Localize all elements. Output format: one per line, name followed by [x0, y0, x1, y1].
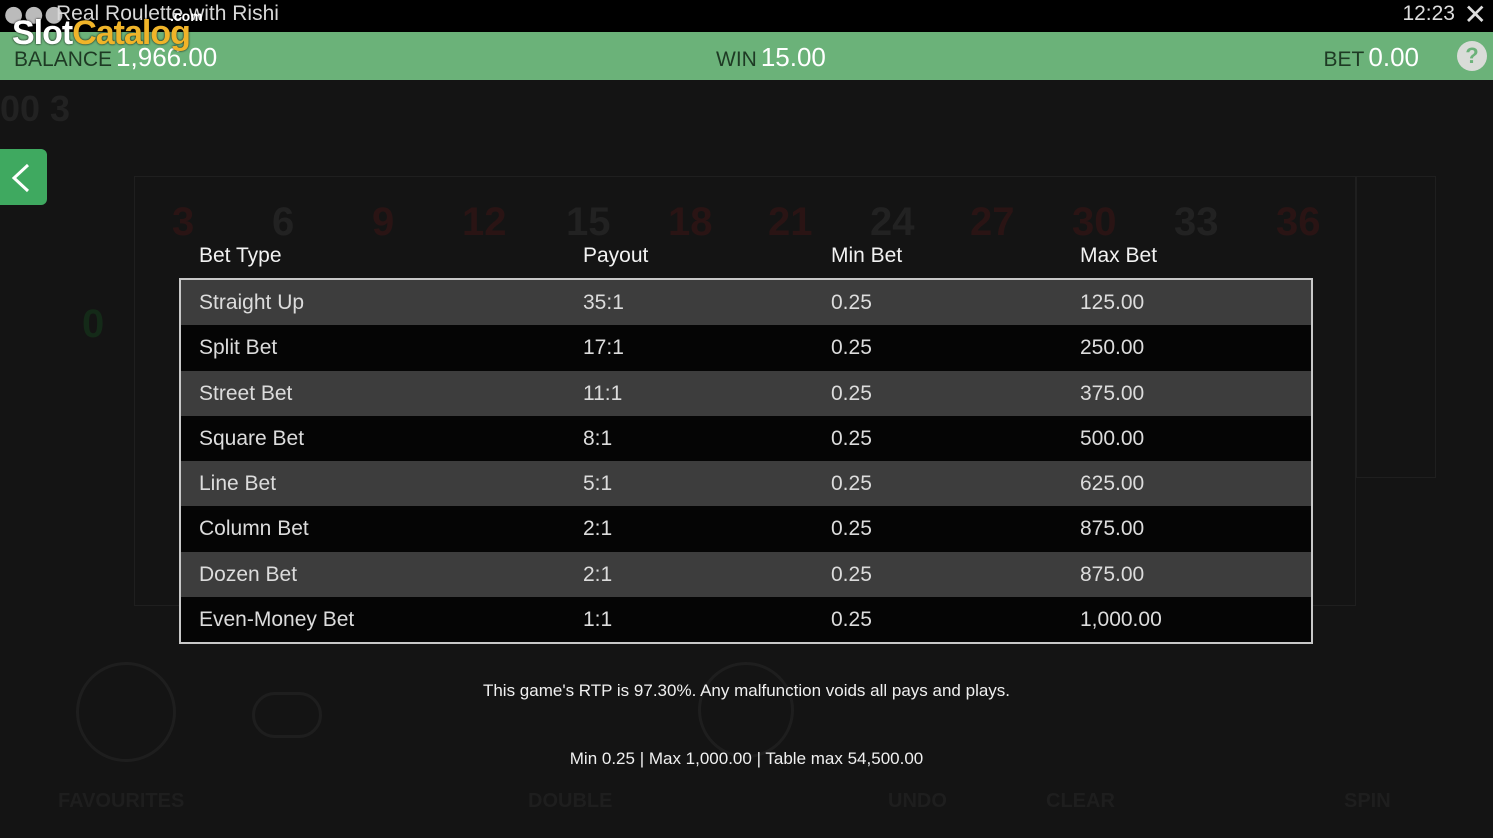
- bet-type-cell: Dozen Bet: [199, 562, 298, 586]
- bet-type-cell: Line Bet: [199, 472, 277, 495]
- max-bet-cell: 625.00: [1080, 472, 1145, 495]
- bet-label: BET: [1323, 48, 1365, 71]
- table-row: Column Bet 2:1 0.25 875.00: [181, 506, 1311, 552]
- payout-cell: 35:1: [583, 291, 624, 314]
- header-bet-type: Bet Type: [199, 244, 282, 267]
- min-bet-cell: 0.25: [831, 517, 872, 541]
- payout-cell: 11:1: [583, 381, 623, 405]
- zero-number: 0: [82, 302, 105, 346]
- min-bet-cell: 0.25: [831, 607, 872, 631]
- paytable-header: Bet Type Payout Min Bet Max Bet: [180, 244, 1312, 276]
- grid-number: 36: [1276, 200, 1321, 244]
- watermark-logo: SlotCatalog: [12, 14, 191, 52]
- grid-number: 24: [870, 200, 915, 244]
- chevron-left-icon: [11, 163, 30, 193]
- chip-icon: [698, 662, 794, 758]
- min-bet-cell: 0.25: [831, 291, 872, 314]
- payout-cell: 2:1: [583, 517, 613, 541]
- win-label: WIN: [716, 48, 757, 71]
- grid-number: 27: [970, 200, 1015, 244]
- min-bet-cell: 0.25: [831, 472, 872, 495]
- paytable: Straight Up 35:1 0.25 125.00 Split Bet 1…: [179, 278, 1313, 644]
- favourites-icon: [76, 662, 176, 762]
- max-bet-cell: 1,000.00: [1080, 607, 1162, 631]
- grid-number: 15: [566, 200, 611, 244]
- corner-result: 00 3: [0, 88, 71, 129]
- table-row: Line Bet 5:1 0.25 625.00: [181, 461, 1311, 507]
- max-bet-cell: 500.00: [1080, 426, 1145, 450]
- table-row: Dozen Bet 2:1 0.25 875.00: [181, 551, 1311, 597]
- payout-cell: 8:1: [583, 426, 613, 450]
- header-min-bet: Min Bet: [831, 244, 903, 267]
- max-bet-cell: 875.00: [1080, 517, 1145, 541]
- grid-number: 30: [1072, 200, 1117, 244]
- title-bar: ●●● Real Roulette with Rishi 12:23 ✕: [0, 0, 1493, 32]
- win-display: WIN 15.00: [716, 42, 826, 73]
- max-bet-cell: 125.00: [1080, 291, 1145, 314]
- table-row: Even-Money Bet 1:1 0.25 1,000.00: [181, 596, 1311, 642]
- max-bet-cell: 375.00: [1080, 381, 1145, 405]
- header-max-bet: Max Bet: [1080, 244, 1158, 267]
- max-bet-cell: 875.00: [1080, 562, 1145, 586]
- bet-type-cell: Split Bet: [199, 336, 278, 360]
- table-row: Square Bet 8:1 0.25 500.00: [181, 415, 1311, 461]
- bet-type-cell: Square Bet: [199, 426, 305, 450]
- close-icon[interactable]: ✕: [1464, 0, 1487, 31]
- table-limits: Min 0.25 | Max 1,000.00 | Table max 54,5…: [569, 749, 924, 768]
- grid-number: 12: [462, 200, 507, 244]
- header-payout: Payout: [583, 244, 649, 267]
- min-bet-cell: 0.25: [831, 336, 872, 360]
- double-label: DOUBLE: [528, 790, 613, 812]
- undo-label: UNDO: [888, 790, 947, 812]
- max-bet-cell: 250.00: [1080, 336, 1145, 360]
- bet-type-cell: Street Bet: [199, 381, 293, 405]
- payout-cell: 17:1: [583, 336, 624, 360]
- grid-number: 6: [272, 200, 295, 244]
- table-row: Straight Up 35:1 0.25 125.00: [181, 280, 1311, 326]
- payout-cell: 1:1: [583, 607, 613, 631]
- min-bet-cell: 0.25: [831, 562, 872, 586]
- payout-cell: 2:1: [583, 562, 613, 586]
- bet-display: BET 0.00: [1324, 42, 1419, 73]
- favourites-label: FAVOURITES: [58, 790, 185, 812]
- win-value: 15.00: [760, 42, 826, 72]
- bet-type-cell: Straight Up: [199, 291, 305, 314]
- bet-value: 0.00: [1368, 42, 1419, 72]
- bet-type-cell: Column Bet: [199, 517, 309, 541]
- status-bar: BALANCE 1,966.00 WIN 15.00 BET 0.00 ?: [0, 32, 1493, 80]
- min-bet-cell: 0.25: [831, 426, 872, 450]
- column-bets: [1356, 176, 1436, 478]
- clear-label: CLEAR: [1046, 790, 1115, 812]
- table-row: Street Bet 11:1 0.25 375.00: [181, 370, 1311, 416]
- rtp-notice: This game's RTP is 97.30%. Any malfuncti…: [482, 681, 1011, 700]
- watermark-suffix: .com: [170, 8, 203, 24]
- grid-number: 21: [768, 200, 813, 244]
- bet-type-cell: Even-Money Bet: [199, 607, 355, 631]
- back-button[interactable]: [0, 149, 47, 205]
- spin-label: SPIN: [1344, 790, 1391, 812]
- grid-number: 3: [172, 200, 195, 244]
- grid-number: 9: [372, 200, 395, 244]
- min-bet-cell: 0.25: [831, 381, 872, 405]
- grid-number: 18: [668, 200, 713, 244]
- help-button[interactable]: ?: [1457, 41, 1487, 71]
- table-row: Split Bet 17:1 0.25 250.00: [181, 325, 1311, 371]
- clock: 12:23: [1402, 2, 1455, 25]
- payout-cell: 5:1: [583, 472, 613, 495]
- grid-number: 33: [1174, 200, 1219, 244]
